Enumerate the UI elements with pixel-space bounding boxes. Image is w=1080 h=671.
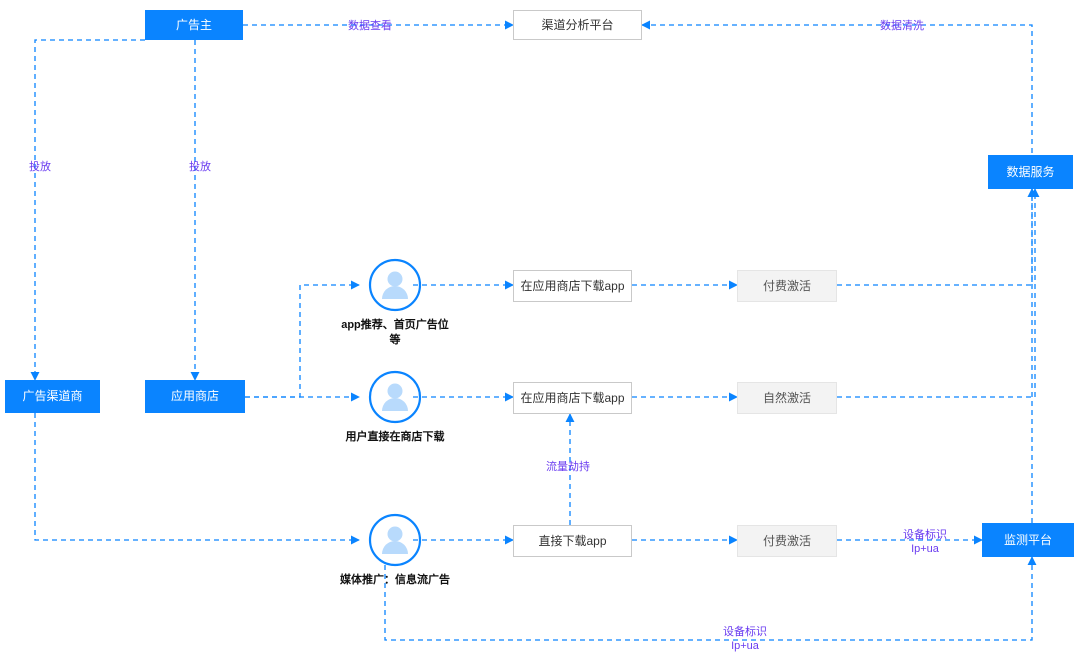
edge-label-deliver-mid: 投放 bbox=[189, 160, 211, 174]
persona-label: 用户直接在商店下载 bbox=[335, 430, 455, 445]
node-app-store: 应用商店 bbox=[145, 380, 245, 413]
node-label: 付费激活 bbox=[763, 279, 811, 293]
node-data-service: 数据服务 bbox=[988, 155, 1073, 189]
node-label: 在应用商店下载app bbox=[520, 279, 624, 293]
user-icon bbox=[368, 258, 422, 312]
user-icon bbox=[368, 513, 422, 567]
node-analysis-platform: 渠道分析平台 bbox=[513, 10, 642, 40]
node-advertiser: 广告主 bbox=[145, 10, 243, 40]
node-label: 监测平台 bbox=[1004, 533, 1052, 547]
node-paid-activation-1: 付费激活 bbox=[737, 270, 837, 302]
edge-label-data-view: 数据查看 bbox=[348, 19, 392, 33]
node-ad-channel: 广告渠道商 bbox=[5, 380, 100, 413]
node-download-direct: 直接下载app bbox=[513, 525, 632, 557]
node-label: 付费激活 bbox=[763, 534, 811, 548]
node-download-store-2: 在应用商店下载app bbox=[513, 382, 632, 414]
persona-label: 媒体推广：信息流广告 bbox=[325, 573, 465, 588]
edge-label-traffic-hijack: 流量劫持 bbox=[546, 460, 590, 474]
user-icon bbox=[368, 370, 422, 424]
edge-label-device-id-2: 设备标识 Ip+ua bbox=[705, 625, 785, 654]
node-label: 自然激活 bbox=[763, 391, 811, 405]
persona-direct-store: 用户直接在商店下载 bbox=[335, 370, 455, 445]
persona-app-recommend: app推荐、首页广告位 等 bbox=[335, 258, 455, 348]
node-label: 在应用商店下载app bbox=[520, 391, 624, 405]
edge-label-data-clean: 数据清洗 bbox=[880, 19, 924, 33]
node-download-store-1: 在应用商店下载app bbox=[513, 270, 632, 302]
persona-label: app推荐、首页广告位 等 bbox=[335, 318, 455, 348]
persona-media-feed: 媒体推广：信息流广告 bbox=[325, 513, 465, 588]
edge-label-deliver-left: 投放 bbox=[29, 160, 51, 174]
node-monitor-platform: 监测平台 bbox=[982, 523, 1074, 557]
connections-layer bbox=[0, 0, 1080, 671]
node-label: 应用商店 bbox=[171, 389, 219, 403]
node-label: 广告渠道商 bbox=[22, 389, 82, 403]
node-label: 渠道分析平台 bbox=[541, 18, 613, 32]
node-paid-activation-2: 付费激活 bbox=[737, 525, 837, 557]
node-label: 广告主 bbox=[176, 18, 212, 32]
edge-label-device-id-1: 设备标识 Ip+ua bbox=[885, 528, 965, 557]
node-natural-activation: 自然激活 bbox=[737, 382, 837, 414]
node-label: 直接下载app bbox=[538, 534, 606, 548]
node-label: 数据服务 bbox=[1006, 165, 1054, 179]
